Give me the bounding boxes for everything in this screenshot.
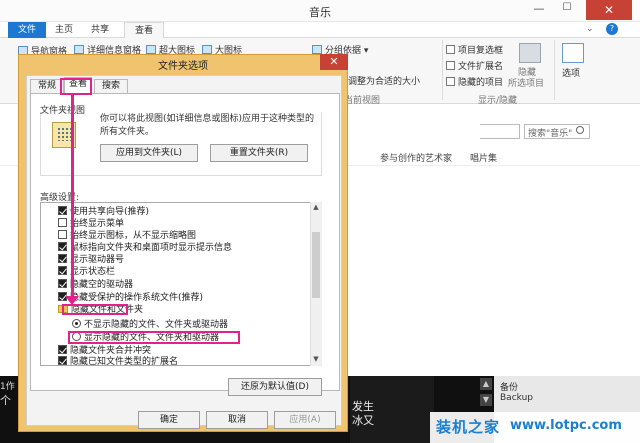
reset-folders-button[interactable]: 重置文件夹(R) bbox=[210, 144, 308, 162]
maximize-icon[interactable]: ☐ bbox=[556, 2, 578, 18]
annotation-arrow bbox=[71, 95, 74, 303]
radio-selected-icon[interactable] bbox=[72, 319, 81, 328]
backup-label-en: Backup bbox=[500, 393, 533, 403]
list-item[interactable]: 不显示隐藏的文件、文件夹或驱动器 bbox=[72, 319, 228, 330]
checkbox-icon[interactable] bbox=[58, 230, 67, 239]
list-item[interactable]: 隐藏已知文件类型的扩展名 bbox=[58, 356, 178, 365]
restore-defaults-button[interactable]: 还原为默认值(D) bbox=[228, 378, 322, 396]
checkbox-checked-icon[interactable] bbox=[58, 279, 67, 288]
media-text: 冰又 bbox=[352, 414, 374, 427]
dialog-close-button[interactable]: ✕ bbox=[320, 54, 348, 70]
selected-items-label: 所选项目 bbox=[508, 79, 545, 89]
backup-label-cn: 备份 bbox=[500, 383, 519, 393]
scroll-up-icon[interactable]: ▲ bbox=[480, 378, 492, 390]
column-header-album[interactable]: 唱片集 bbox=[470, 151, 497, 164]
apply-button[interactable]: 应用(A) bbox=[274, 411, 336, 429]
list-item[interactable]: 显示状态栏 bbox=[58, 266, 115, 277]
media-text: 个 bbox=[0, 394, 11, 407]
list-item[interactable]: 显示驱动器号 bbox=[58, 254, 124, 265]
ribbon-divider bbox=[442, 40, 443, 100]
watermark-logo: 装机之家 bbox=[436, 418, 501, 436]
scroll-up-icon[interactable]: ▲ bbox=[310, 203, 322, 213]
cancel-button[interactable]: 取消 bbox=[206, 411, 268, 429]
close-window-button[interactable]: ✕ bbox=[586, 0, 632, 20]
column-header-artists[interactable]: 参与创作的艺术家 bbox=[380, 151, 452, 164]
list-item[interactable]: 鼠标指向文件夹和桌面项时显示提示信息 bbox=[58, 242, 232, 253]
checkbox-icon bbox=[446, 77, 455, 86]
minimize-icon[interactable]: — bbox=[528, 2, 550, 18]
checkbox-checked-icon[interactable] bbox=[58, 254, 67, 263]
tab-file[interactable]: 文件 bbox=[8, 22, 46, 38]
hidden-items-toggle[interactable]: 隐藏的项目 bbox=[446, 75, 503, 88]
tab-search[interactable]: 搜索 bbox=[94, 79, 128, 93]
help-icon[interactable]: ? bbox=[606, 23, 618, 35]
apply-to-folders-button[interactable]: 应用到文件夹(L) bbox=[100, 144, 198, 162]
ok-button[interactable]: 确定 bbox=[138, 411, 200, 429]
tab-general[interactable]: 常规 bbox=[30, 79, 64, 93]
tab-home[interactable]: 主页 bbox=[48, 22, 80, 38]
scroll-down-icon[interactable]: ▼ bbox=[480, 394, 492, 406]
address-refresh[interactable] bbox=[480, 124, 520, 139]
checkbox-checked-icon[interactable] bbox=[58, 206, 67, 215]
icons-icon bbox=[202, 45, 212, 54]
group-icon bbox=[312, 45, 322, 54]
grid-icon bbox=[57, 127, 71, 141]
tab-share[interactable]: 共享 bbox=[84, 22, 116, 38]
highlight-show-hidden bbox=[68, 331, 240, 344]
scrollbar-thumb[interactable] bbox=[312, 232, 320, 298]
ribbon-divider bbox=[554, 40, 555, 100]
folder-views-description: 你可以将此视图(如详细信息或图标)应用于这种类型的所有文件夹。 bbox=[100, 114, 315, 137]
large-icons-icon bbox=[146, 45, 156, 54]
details-icon bbox=[74, 45, 84, 54]
checkbox-icon bbox=[446, 61, 455, 70]
watermark-url: www.lotpc.com bbox=[510, 418, 622, 433]
highlight-view-tab bbox=[60, 78, 92, 95]
checkbox-checked-icon[interactable] bbox=[58, 356, 67, 365]
checkbox-checked-icon[interactable] bbox=[58, 266, 67, 275]
item-checkboxes-toggle[interactable]: 项目复选框 bbox=[446, 43, 503, 56]
checkbox-checked-icon[interactable] bbox=[58, 242, 67, 251]
folder-views-label: 文件夹视图 bbox=[40, 106, 86, 116]
media-text: 1作 bbox=[0, 382, 15, 392]
options-icon[interactable] bbox=[562, 43, 584, 63]
scroll-down-icon[interactable]: ▼ bbox=[310, 355, 322, 365]
checkbox-checked-icon[interactable] bbox=[58, 345, 67, 354]
search-icon[interactable] bbox=[576, 126, 584, 134]
list-item[interactable]: 始终显示图标，从不显示缩略图 bbox=[58, 230, 196, 241]
checkbox-icon[interactable] bbox=[58, 218, 67, 227]
options-button-label[interactable]: 选项 bbox=[562, 66, 580, 79]
checkbox-icon bbox=[446, 45, 455, 54]
list-item[interactable]: 隐藏受保护的操作系统文件(推荐) bbox=[58, 292, 203, 303]
dialog-title: 文件夹选项 bbox=[158, 61, 208, 72]
highlight-hidden-files bbox=[62, 304, 128, 315]
file-extensions-toggle[interactable]: 文件扩展名 bbox=[446, 59, 503, 72]
tab-view[interactable]: 查看 bbox=[124, 22, 164, 38]
hide-selected-icon[interactable] bbox=[519, 43, 541, 63]
list-item[interactable]: 始终显示菜单 bbox=[58, 218, 124, 229]
list-item[interactable]: 隐藏空的驱动器 bbox=[58, 279, 133, 290]
ribbon-collapse-icon[interactable]: ⌄ bbox=[586, 24, 594, 34]
list-item[interactable]: 隐藏文件夹合并冲突 bbox=[58, 345, 151, 356]
